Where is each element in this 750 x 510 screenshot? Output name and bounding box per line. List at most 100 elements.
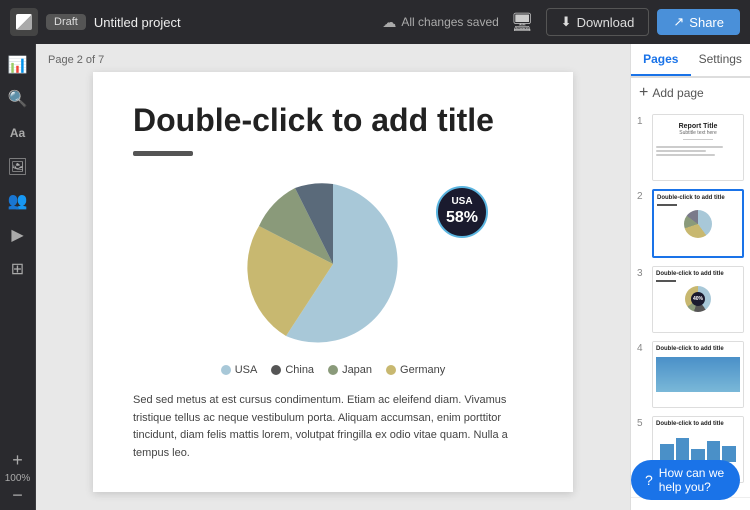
page-item-2: 2 Double-click to add title bbox=[637, 189, 744, 258]
thumb-line bbox=[656, 154, 715, 156]
left-sidebar: 📊 🔍 Aa 🖼 👥 ▶ ⊞ + 100% − bbox=[0, 44, 36, 510]
help-button[interactable]: ? How can we help you? bbox=[631, 460, 740, 500]
download-icon: ⬇ bbox=[561, 14, 572, 30]
page-item-3: 3 Double-click to add title 40% bbox=[637, 266, 744, 333]
topbar: Draft Untitled project ☁ All changes sav… bbox=[0, 0, 750, 44]
thumb-bar-3 bbox=[656, 280, 676, 282]
main-layout: 📊 🔍 Aa 🖼 👥 ▶ ⊞ + 100% − Page 2 of 7 Doub… bbox=[0, 44, 750, 510]
legend-item-usa: USA bbox=[221, 364, 258, 376]
add-page-button[interactable]: + Add page bbox=[631, 77, 750, 108]
thumb-page-title-2: Double-click to add title bbox=[657, 195, 739, 201]
legend-label-japan: Japan bbox=[342, 364, 372, 376]
title-underline bbox=[133, 151, 193, 156]
page-num-2: 2 bbox=[637, 189, 647, 202]
share-icon: ↗ bbox=[673, 14, 684, 30]
thumb-page-title-5: Double-click to add title bbox=[656, 421, 740, 427]
zoom-controls: + 100% − bbox=[5, 451, 31, 510]
thumb-divider-1 bbox=[683, 139, 713, 140]
thumb-photo-4 bbox=[656, 357, 740, 392]
chart-area: USA 58% USA China Japan bbox=[133, 174, 533, 376]
page-thumb-4[interactable]: Double-click to add title bbox=[652, 341, 744, 408]
project-title[interactable]: Untitled project bbox=[94, 15, 181, 30]
thumb-line bbox=[656, 146, 723, 148]
thumb-line bbox=[656, 150, 706, 152]
usa-tooltip: USA 58% bbox=[436, 186, 488, 238]
download-button[interactable]: ⬇ Download bbox=[546, 8, 650, 36]
thumb-inner-2: Double-click to add title bbox=[654, 191, 742, 256]
thumb-pie-badge-3: 40% bbox=[691, 292, 705, 306]
usa-percentage: 58% bbox=[446, 208, 478, 227]
page-title-placeholder[interactable]: Double-click to add title bbox=[133, 102, 533, 139]
thumb-bar-4 bbox=[707, 441, 721, 462]
thumb-pie-3: 40% bbox=[685, 286, 711, 312]
thumb-bar-2 bbox=[676, 438, 690, 462]
thumb-bar-chart-5 bbox=[656, 432, 740, 462]
legend-dot-usa bbox=[221, 365, 231, 375]
legend-label-germany: Germany bbox=[400, 364, 445, 376]
page-item-1: 1 Report Title Subtitle text here bbox=[637, 114, 744, 181]
legend-label-usa: USA bbox=[235, 364, 258, 376]
sidebar-item-search[interactable]: 🔍 bbox=[3, 84, 33, 114]
canvas-page[interactable]: Double-click to add title bbox=[93, 72, 573, 492]
sidebar-item-apps[interactable]: ⊞ bbox=[3, 254, 33, 284]
sidebar-item-video[interactable]: ▶ bbox=[3, 220, 33, 250]
thumb-inner-4: Double-click to add title bbox=[653, 342, 743, 407]
tab-settings[interactable]: Settings bbox=[691, 44, 750, 76]
panel-tabs: Pages Settings bbox=[631, 44, 750, 77]
page-indicator: Page 2 of 7 bbox=[48, 54, 104, 66]
legend-dot-china bbox=[271, 365, 281, 375]
canvas-area: Page 2 of 7 Double-click to add title bbox=[36, 44, 630, 510]
page-num-1: 1 bbox=[637, 114, 647, 127]
usa-country-label: USA bbox=[451, 196, 472, 208]
page-num-5: 5 bbox=[637, 416, 647, 429]
zoom-level: 100% bbox=[5, 473, 31, 484]
add-page-label: Add page bbox=[652, 86, 703, 100]
page-thumb-3[interactable]: Double-click to add title 40% bbox=[652, 266, 744, 333]
autosave-text: All changes saved bbox=[401, 15, 498, 29]
legend-item-japan: Japan bbox=[328, 364, 372, 376]
thumb-lines-1 bbox=[656, 146, 740, 158]
logo[interactable] bbox=[10, 8, 38, 36]
thumb-pie-2 bbox=[684, 210, 712, 238]
sidebar-item-analytics[interactable]: 📊 bbox=[3, 50, 33, 80]
legend-item-china: China bbox=[271, 364, 314, 376]
thumb-page-title-4: Double-click to add title bbox=[656, 346, 740, 352]
thumb-page-title-3: Double-click to add title bbox=[656, 271, 740, 277]
sidebar-item-image[interactable]: 🖼 bbox=[3, 152, 33, 182]
logo-icon bbox=[16, 14, 32, 30]
help-container: ? How can we help you? bbox=[631, 497, 750, 510]
thumb-inner-1: Report Title Subtitle text here bbox=[653, 115, 743, 180]
help-label: How can we help you? bbox=[659, 466, 726, 494]
autosave-status: ☁ All changes saved bbox=[382, 14, 498, 31]
sidebar-item-text[interactable]: Aa bbox=[3, 118, 33, 148]
pages-list: 1 Report Title Subtitle text here bbox=[631, 108, 750, 497]
right-panel: Pages Settings + Add page 1 Report Title… bbox=[630, 44, 750, 510]
zoom-out-button[interactable]: − bbox=[12, 486, 23, 504]
desktop-icon[interactable]: 🖥 bbox=[511, 12, 534, 33]
cloud-icon: ☁ bbox=[382, 14, 396, 31]
pie-chart-wrapper: USA 58% bbox=[233, 174, 433, 354]
pie-chart-svg bbox=[233, 174, 433, 354]
zoom-in-button[interactable]: + bbox=[12, 451, 23, 469]
page-num-3: 3 bbox=[637, 266, 647, 279]
legend-label-china: China bbox=[285, 364, 314, 376]
chart-legend: USA China Japan Germany bbox=[221, 364, 446, 376]
legend-dot-japan bbox=[328, 365, 338, 375]
thumb-subtitle-1: Subtitle text here bbox=[656, 130, 740, 136]
legend-item-germany: Germany bbox=[386, 364, 445, 376]
tab-pages[interactable]: Pages bbox=[631, 44, 691, 76]
thumb-bar-2 bbox=[657, 204, 677, 206]
page-thumb-1[interactable]: Report Title Subtitle text here bbox=[652, 114, 744, 181]
page-thumb-2[interactable]: Double-click to add title bbox=[652, 189, 744, 258]
page-item-4: 4 Double-click to add title bbox=[637, 341, 744, 408]
draft-badge[interactable]: Draft bbox=[46, 14, 86, 30]
thumb-title-1: Report Title bbox=[656, 123, 740, 130]
sidebar-item-people[interactable]: 👥 bbox=[3, 186, 33, 216]
add-page-plus-icon: + bbox=[639, 84, 648, 102]
thumb-inner-3: Double-click to add title 40% bbox=[653, 267, 743, 332]
help-icon: ? bbox=[645, 472, 653, 488]
legend-dot-germany bbox=[386, 365, 396, 375]
share-button[interactable]: ↗ Share bbox=[657, 9, 740, 35]
page-num-4: 4 bbox=[637, 341, 647, 354]
body-text: Sed sed metus at est cursus condimentum.… bbox=[133, 392, 533, 462]
